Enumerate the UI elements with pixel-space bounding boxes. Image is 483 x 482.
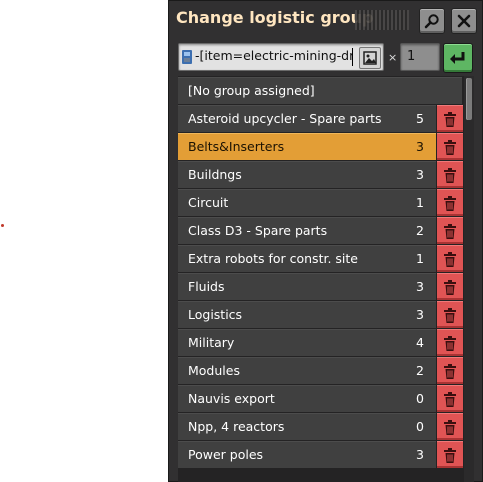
group-name-value: -[item=electric-mining-dril [195, 48, 353, 63]
count-value: 1 [407, 49, 416, 64]
group-name-input[interactable]: -[item=electric-mining-dril [178, 43, 384, 71]
delete-group-button[interactable] [437, 301, 463, 328]
list-item[interactable]: Class D3 - Spare parts 2 [178, 217, 436, 244]
close-icon [457, 14, 471, 28]
list-item-count: 0 [416, 419, 424, 434]
list-item-count: 0 [416, 391, 424, 406]
trash-icon [444, 223, 456, 239]
list-item-label: Military [188, 335, 235, 350]
list-item-label: Npp, 4 reactors [188, 419, 285, 434]
delete-group-button[interactable] [437, 385, 463, 412]
list-item-count: 3 [416, 279, 424, 294]
list-item[interactable]: Buildngs 3 [178, 161, 436, 188]
list-item[interactable]: Modules 2 [178, 357, 436, 384]
list-item-count: 3 [416, 167, 424, 182]
delete-group-button[interactable] [437, 189, 463, 216]
drag-handle[interactable] [355, 10, 409, 30]
list-item-label: Circuit [188, 195, 229, 210]
trash-icon [444, 279, 456, 295]
list-item-label: Extra robots for constr. site [188, 251, 358, 266]
trash-icon [444, 251, 456, 267]
trash-icon [444, 195, 456, 211]
list-item-count: 5 [416, 111, 424, 126]
delete-group-button[interactable] [437, 413, 463, 440]
list-item[interactable]: Military 4 [178, 329, 436, 356]
list-item-label: Modules [188, 363, 240, 378]
delete-group-button[interactable] [437, 161, 463, 188]
multiply-sign: × [388, 51, 398, 64]
list-item-count: 2 [416, 223, 424, 238]
list-item-label: Buildngs [188, 167, 242, 182]
list-item[interactable]: Logistics 3 [178, 301, 436, 328]
list-item-label: Asteroid upcycler - Spare parts [188, 111, 382, 126]
delete-group-button[interactable] [437, 441, 463, 468]
trash-icon [444, 363, 456, 379]
list-item[interactable]: Nauvis export 0 [178, 385, 436, 412]
list-item-label: Logistics [188, 307, 243, 322]
list-item-count: 3 [416, 139, 424, 154]
delete-group-button[interactable] [437, 357, 463, 384]
electric-mining-drill-icon [182, 50, 192, 64]
delete-group-button[interactable] [437, 273, 463, 300]
group-list: [No group assigned] Asteroid upcycler - S… [178, 76, 474, 482]
delete-group-button[interactable] [437, 217, 463, 244]
titlebar[interactable]: Change logistic group [168, 0, 483, 38]
image-icon [363, 51, 377, 65]
list-item[interactable]: Circuit 1 [178, 189, 436, 216]
count-input[interactable]: 1 [400, 43, 440, 71]
list-item-label: Fluids [188, 279, 225, 294]
trash-icon [444, 447, 456, 463]
delete-group-button[interactable] [437, 105, 463, 132]
stray-dot [1, 224, 4, 227]
list-item-count: 2 [416, 363, 424, 378]
list-item[interactable]: Fluids 3 [178, 273, 436, 300]
list-item-count: 3 [416, 307, 424, 322]
trash-icon [444, 335, 456, 351]
list-item[interactable]: Npp, 4 reactors 0 [178, 413, 436, 440]
list-item-label: Nauvis export [188, 391, 275, 406]
change-logistic-group-dialog: Change logistic group -[item=electric-mi… [168, 0, 483, 482]
list-item[interactable]: Asteroid upcycler - Spare parts 5 [178, 105, 436, 132]
confirm-button[interactable] [443, 43, 473, 73]
delete-group-button[interactable] [437, 245, 463, 272]
dialog-title: Change logistic group [176, 8, 374, 27]
enter-arrow-icon [450, 52, 465, 64]
group-name-toolbar: -[item=electric-mining-dril × 1 [168, 40, 483, 74]
trash-icon [444, 307, 456, 323]
text-caret [352, 48, 353, 66]
list-item-no-group[interactable]: [No group assigned] [178, 77, 462, 104]
search-button[interactable] [419, 8, 445, 34]
delete-group-button[interactable] [437, 329, 463, 356]
close-button[interactable] [451, 8, 477, 34]
icon-picker-button[interactable] [359, 47, 381, 69]
trash-icon [444, 419, 456, 435]
list-item-label: Class D3 - Spare parts [188, 223, 328, 238]
list-item[interactable]: Belts&Inserters 3 [178, 133, 436, 160]
delete-group-button[interactable] [437, 133, 463, 160]
trash-icon [444, 139, 456, 155]
list-item-label: Power poles [188, 447, 264, 462]
list-item-count: 1 [416, 251, 424, 266]
list-item-count: 3 [416, 447, 424, 462]
trash-icon [444, 111, 456, 127]
list-item-label: [No group assigned] [188, 83, 315, 98]
list-item-count: 1 [416, 195, 424, 210]
scroll-thumb[interactable] [466, 78, 472, 120]
trash-icon [444, 391, 456, 407]
search-icon [424, 14, 439, 29]
trash-icon [444, 167, 456, 183]
list-item[interactable]: Power poles 3 [178, 441, 436, 468]
list-scrollbar[interactable] [464, 76, 474, 482]
list-item[interactable]: Extra robots for constr. site 1 [178, 245, 436, 272]
list-item-label: Belts&Inserters [188, 139, 285, 154]
list-item-count: 4 [416, 335, 424, 350]
